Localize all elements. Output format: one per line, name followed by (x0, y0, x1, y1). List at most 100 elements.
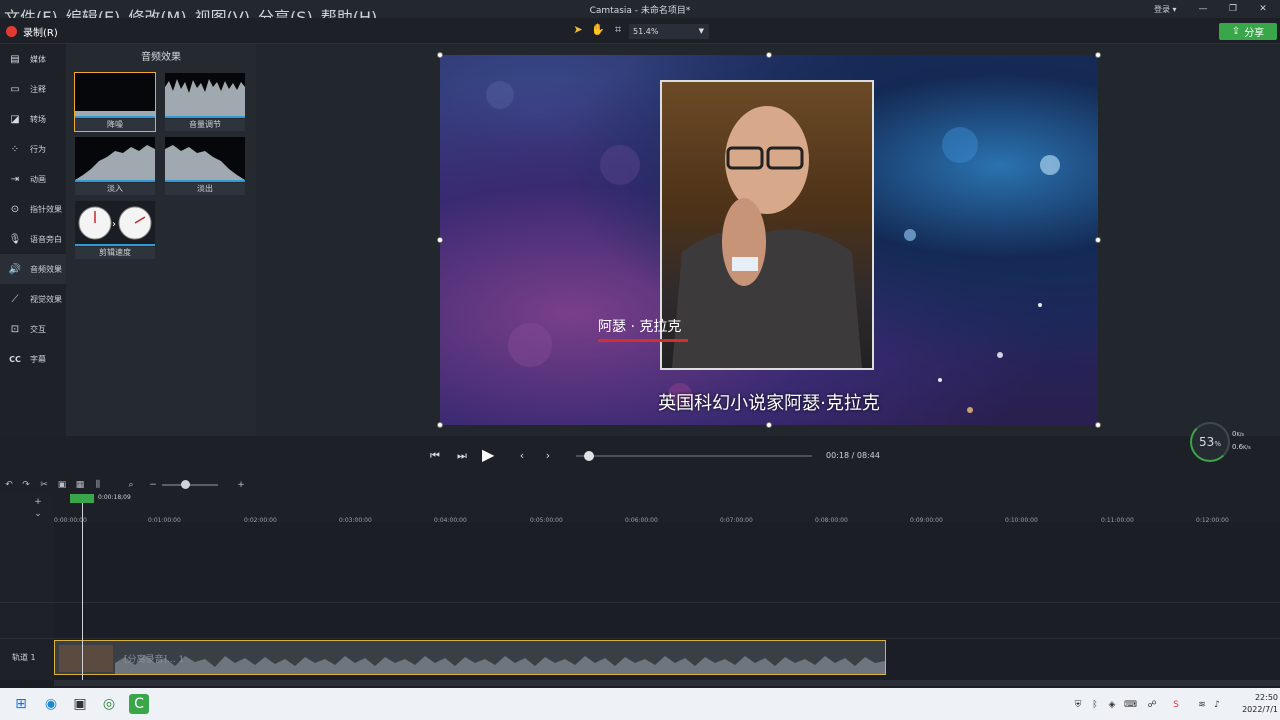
clip-name: [分离录音]... 1 (124, 655, 185, 665)
shield-icon[interactable]: ⛨ (1072, 699, 1084, 711)
sidebar-item-annotations[interactable]: ▭ 注释 (0, 74, 66, 104)
horizontal-scrollbar[interactable] (54, 680, 1280, 686)
previous-icon[interactable]: ‹ (513, 447, 531, 465)
bluetooth-icon[interactable]: ᛒ (1089, 699, 1101, 711)
next-icon[interactable]: › (539, 447, 557, 465)
waveform-icon (165, 145, 245, 180)
camtasia-app-icon[interactable]: C (129, 694, 149, 714)
redo-icon[interactable]: ↷ (20, 479, 32, 491)
sidebar-item-animations[interactable]: ⇥ 动画 (0, 164, 66, 194)
speaker-icon: 🔊 (8, 263, 22, 275)
maximize-button[interactable]: ❐ (1226, 2, 1240, 16)
hand-tool-icon[interactable]: ✋ (590, 22, 606, 38)
track-divider (0, 602, 1280, 603)
crop-tool-icon[interactable]: ⌗ (610, 22, 626, 38)
interactive-icon: ⊡ (10, 323, 20, 335)
zoom-in-icon[interactable]: + (235, 479, 247, 491)
resize-handle[interactable] (437, 52, 443, 58)
sidebar-item-transitions[interactable]: ◪ 转场 (0, 104, 66, 134)
split-icon[interactable]: ⫼ (92, 479, 104, 491)
effect-fade-in[interactable]: 淡入 (75, 137, 155, 195)
portrait-image[interactable] (660, 80, 874, 370)
waveform-icon (75, 111, 155, 116)
step-back-icon[interactable]: ⏮ (426, 447, 444, 465)
timeline-zoom-slider[interactable] (162, 484, 218, 486)
transition-icon: ◪ (10, 113, 20, 125)
timeline-ruler[interactable] (54, 494, 1280, 522)
network-icon[interactable]: ☍ (1146, 699, 1158, 711)
camera-icon[interactable]: ▣ (70, 694, 90, 714)
add-track-icon[interactable]: + (32, 496, 44, 508)
record-button[interactable]: 录制(R) (6, 24, 58, 39)
track-label[interactable]: 轨道 1 (12, 652, 36, 663)
resize-handle[interactable] (1095, 237, 1101, 243)
keyboard-icon[interactable]: ⌨ (1124, 699, 1137, 711)
effect-label: 淡入 (75, 183, 155, 195)
security-icon[interactable]: ◈ (1106, 699, 1118, 711)
step-forward-icon[interactable]: ⏭ (453, 447, 471, 465)
arrow-tool-icon[interactable]: ➤ (570, 22, 586, 38)
login-button[interactable]: 登录 ▾ (1154, 4, 1177, 15)
sidebar-item-voice-narration[interactable]: 🎙 语音旁白 (0, 224, 66, 254)
effect-fade-out[interactable]: 淡出 (165, 137, 245, 195)
resize-handle[interactable] (437, 237, 443, 243)
waveform-thumbnail (75, 73, 155, 118)
svg-text:›: › (112, 219, 116, 230)
resize-handle[interactable] (1095, 52, 1101, 58)
sidebar-item-behaviors[interactable]: ⁘ 行为 (0, 134, 66, 164)
canvas-tools: ➤ ✋ ⌗ (570, 22, 626, 38)
subtitle-text[interactable]: 英国科幻小说家阿瑟·克拉克 (440, 389, 1098, 415)
clock-time[interactable]: 22:50 (1238, 693, 1278, 702)
wifi-icon[interactable]: ≋ (1196, 699, 1208, 711)
effect-noise-removal[interactable]: 降噪 (74, 72, 156, 132)
recorder-app-icon[interactable]: ◎ (99, 694, 119, 714)
volume-icon[interactable]: ♪ (1211, 699, 1223, 711)
minimize-button[interactable]: — (1196, 2, 1210, 16)
resize-handle[interactable] (766, 52, 772, 58)
waveform-icon (165, 79, 245, 116)
windows-start-icon[interactable]: ⊞ (11, 694, 31, 714)
sidebar-item-label: 注释 (30, 84, 46, 94)
network-stats: 0K/s 0.6K/s (1232, 428, 1251, 454)
cut-icon[interactable]: ✂ (38, 479, 50, 491)
zoom-select[interactable]: 51.4% ▼ (629, 24, 709, 39)
effect-clip-speed[interactable]: › 剪辑速度 (75, 201, 155, 259)
zoom-out-icon[interactable]: − (147, 479, 159, 491)
play-button[interactable]: ▶ (482, 444, 504, 466)
sidebar-item-label: 指针效果 (30, 204, 62, 214)
resize-handle[interactable] (1095, 422, 1101, 428)
input-method-icon[interactable]: S (1170, 699, 1182, 711)
clock-icon: › (78, 206, 152, 240)
share-button[interactable]: ⇪ 分享 (1219, 23, 1277, 40)
name-caption[interactable]: 阿瑟 · 克拉克 (598, 316, 681, 336)
share-label: 分享 (1244, 28, 1265, 39)
performance-widget[interactable]: 53% (1190, 422, 1230, 462)
caption-underline (598, 339, 688, 342)
upload-unit: K/s (1236, 432, 1245, 438)
zoom-fit-icon[interactable]: ⌕ (125, 479, 137, 491)
edge-browser-icon[interactable]: ◉ (41, 694, 61, 714)
behavior-icon: ⁘ (10, 143, 20, 155)
sidebar-item-media[interactable]: ▤ 媒体 (0, 44, 66, 74)
playhead-time: 0:00:18;09 (98, 494, 131, 501)
copy-icon[interactable]: ▣ (56, 479, 68, 491)
annotation-icon: ▭ (10, 83, 20, 95)
sidebar-item-captions[interactable]: CC 字幕 (0, 344, 66, 374)
sidebar-item-audio-effects[interactable]: 🔊 音频效果 (0, 254, 66, 284)
paste-icon[interactable]: ▦ (74, 479, 86, 491)
scrub-bar[interactable] (576, 455, 812, 457)
playhead-handle[interactable] (70, 494, 94, 503)
record-label: 录制(R) (23, 28, 58, 39)
timeline-zoom-handle[interactable] (181, 480, 190, 489)
sidebar-item-interactivity[interactable]: ⊡ 交互 (0, 314, 66, 344)
sidebar-item-cursor-effects[interactable]: ⊙ 指针效果 (0, 194, 66, 224)
effect-volume-leveling[interactable]: 音量调节 (165, 73, 245, 131)
clock-date[interactable]: 2022/7/1 (1230, 705, 1278, 714)
sidebar-item-visual-effects[interactable]: ⟋ 视觉效果 (0, 284, 66, 314)
close-button[interactable]: ✕ (1256, 2, 1270, 16)
window-title: Camtasia - 未命名项目* (589, 6, 691, 16)
undo-icon[interactable]: ↶ (3, 479, 15, 491)
resize-handle[interactable] (766, 422, 772, 428)
resize-handle[interactable] (437, 422, 443, 428)
collapse-tracks-icon[interactable]: ⌄ (32, 508, 44, 520)
